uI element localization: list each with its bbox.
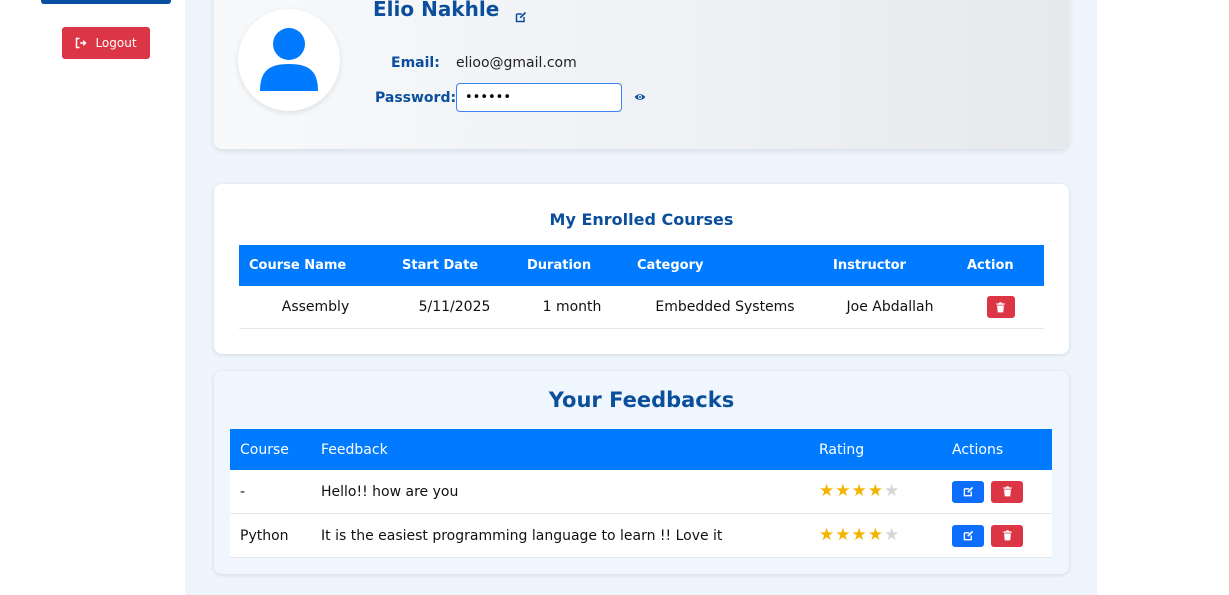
- user-icon: [260, 28, 318, 91]
- instructor-cell: Joe Abdallah: [823, 286, 957, 329]
- rating-cell: ★ ★ ★ ★ ★: [809, 470, 942, 514]
- header-action: Action: [957, 245, 1044, 286]
- header-category: Category: [627, 245, 823, 286]
- edit-icon[interactable]: [515, 11, 527, 23]
- star-icon: ★: [884, 525, 900, 545]
- feedback-course-cell: -: [230, 470, 311, 514]
- star-icon: ★: [867, 525, 883, 545]
- star-icon: ★: [884, 481, 900, 501]
- table-header-row: Course Feedback Rating Actions: [230, 429, 1052, 470]
- rating-cell: ★ ★ ★ ★ ★: [809, 513, 942, 558]
- actions-cell: [942, 513, 1052, 558]
- header-course: Course: [230, 429, 311, 470]
- duration-cell: 1 month: [517, 286, 627, 329]
- delete-feedback-button[interactable]: [991, 480, 1023, 503]
- header-rating: Rating: [809, 429, 942, 470]
- logout-button[interactable]: Logout: [62, 27, 150, 59]
- category-cell: Embedded Systems: [627, 286, 823, 329]
- trash-icon: [996, 301, 1005, 312]
- email-value: elioo@gmail.com: [456, 55, 577, 71]
- edit-icon: [963, 486, 973, 497]
- table-row: Assembly 5/11/2025 1 month Embedded Syst…: [239, 286, 1044, 329]
- star-icon: ★: [819, 481, 835, 501]
- table-header-row: Course Name Start Date Duration Category…: [239, 245, 1044, 286]
- delete-feedback-button[interactable]: [991, 524, 1023, 547]
- star-icon: ★: [867, 481, 883, 501]
- profile-card: [214, 0, 1069, 149]
- header-course-name: Course Name: [239, 245, 392, 286]
- star-rating: ★ ★ ★ ★ ★: [819, 483, 899, 500]
- feedbacks-table: Course Feedback Rating Actions - Hello!!…: [230, 429, 1052, 558]
- feedback-text-cell: It is the easiest programming language t…: [311, 513, 809, 558]
- logout-label: Logout: [95, 36, 137, 50]
- enrolled-courses-table: Course Name Start Date Duration Category…: [239, 245, 1044, 329]
- star-icon: ★: [851, 481, 867, 501]
- actions-cell: [942, 470, 1052, 514]
- star-icon: ★: [835, 525, 851, 545]
- feedbacks-title: Your Feedbacks: [548, 388, 735, 412]
- table-row: - Hello!! how are you ★ ★ ★ ★ ★: [230, 470, 1052, 514]
- edit-icon: [963, 530, 973, 541]
- unenroll-button[interactable]: [986, 296, 1015, 318]
- feedback-course-cell: Python: [230, 513, 311, 558]
- star-icon: ★: [819, 525, 835, 545]
- course-name-cell: Assembly: [239, 286, 392, 329]
- trash-icon: [1002, 486, 1012, 497]
- header-duration: Duration: [517, 245, 627, 286]
- star-rating: ★ ★ ★ ★ ★: [819, 527, 899, 544]
- edit-feedback-button[interactable]: [952, 524, 984, 547]
- edit-feedback-button[interactable]: [952, 480, 984, 503]
- header-actions: Actions: [942, 429, 1052, 470]
- enrolled-courses-title: My Enrolled Courses: [549, 210, 734, 229]
- avatar: [238, 9, 340, 111]
- feedback-text-cell: Hello!! how are you: [311, 470, 809, 514]
- password-field[interactable]: [456, 83, 622, 112]
- action-cell: [957, 286, 1044, 329]
- password-label: Password:: [375, 90, 457, 106]
- header-feedback: Feedback: [311, 429, 809, 470]
- header-instructor: Instructor: [823, 245, 957, 286]
- trash-icon: [1002, 530, 1012, 541]
- eye-icon[interactable]: [634, 91, 646, 103]
- star-icon: ★: [851, 525, 867, 545]
- table-row: Python It is the easiest programming lan…: [230, 513, 1052, 558]
- user-name: Elio Nakhle: [373, 0, 500, 21]
- sidebar-active-bar: [41, 0, 171, 4]
- header-start-date: Start Date: [392, 245, 517, 286]
- start-date-cell: 5/11/2025: [392, 286, 517, 329]
- sign-out-icon: [76, 37, 88, 49]
- star-icon: ★: [835, 481, 851, 501]
- email-label: Email:: [391, 55, 440, 71]
